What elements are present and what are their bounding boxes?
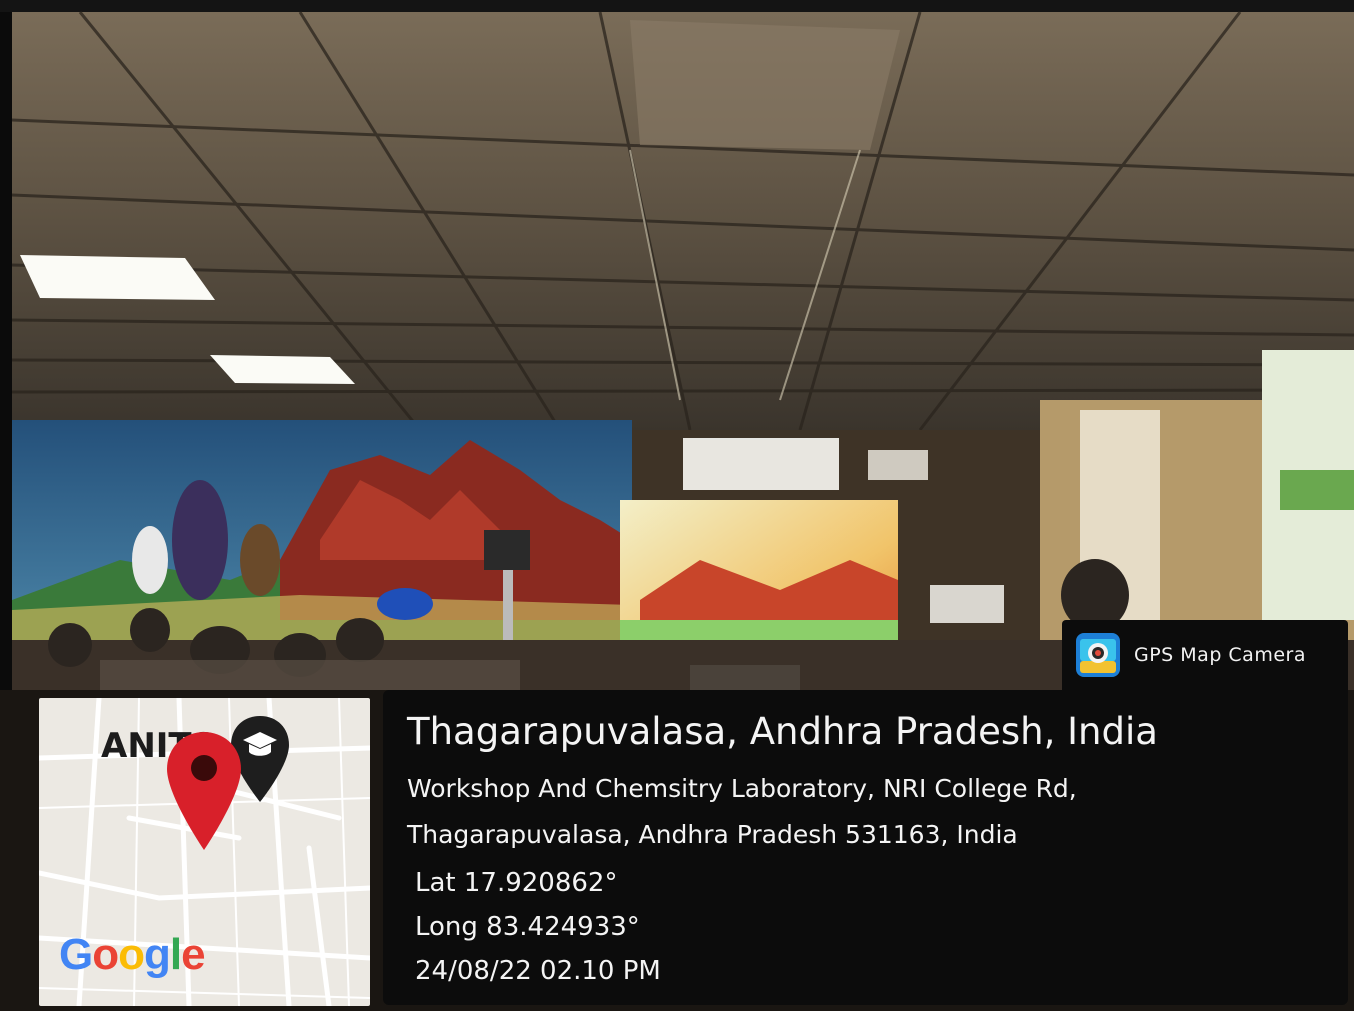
location-pin-icon — [167, 732, 241, 850]
longitude: Long 83.424933° — [415, 912, 640, 942]
gps-map-camera-badge: GPS Map Camera — [1062, 620, 1348, 690]
address-line-2: Thagarapuvalasa, Andhra Pradesh 531163, … — [407, 820, 1018, 849]
location-info-panel: Thagarapuvalasa, Andhra Pradesh, India W… — [383, 690, 1348, 1005]
mini-map: ANITS Google — [39, 698, 370, 1006]
google-letter: g — [144, 930, 171, 979]
address-line-1: Workshop And Chemsitry Laboratory, NRI C… — [407, 774, 1077, 803]
date-time: 24/08/22 02.10 PM — [415, 956, 661, 986]
google-letter: o — [118, 930, 145, 979]
app-name: GPS Map Camera — [1134, 644, 1306, 666]
google-letter: o — [92, 930, 119, 979]
location-title: Thagarapuvalasa, Andhra Pradesh, India — [407, 710, 1158, 753]
google-logo: Google — [59, 930, 206, 980]
latitude: Lat 17.920862° — [415, 868, 618, 898]
google-letter: e — [181, 930, 206, 979]
google-letter: l — [169, 930, 182, 979]
google-letter: G — [59, 930, 93, 979]
gps-map-camera-icon — [1076, 633, 1120, 677]
